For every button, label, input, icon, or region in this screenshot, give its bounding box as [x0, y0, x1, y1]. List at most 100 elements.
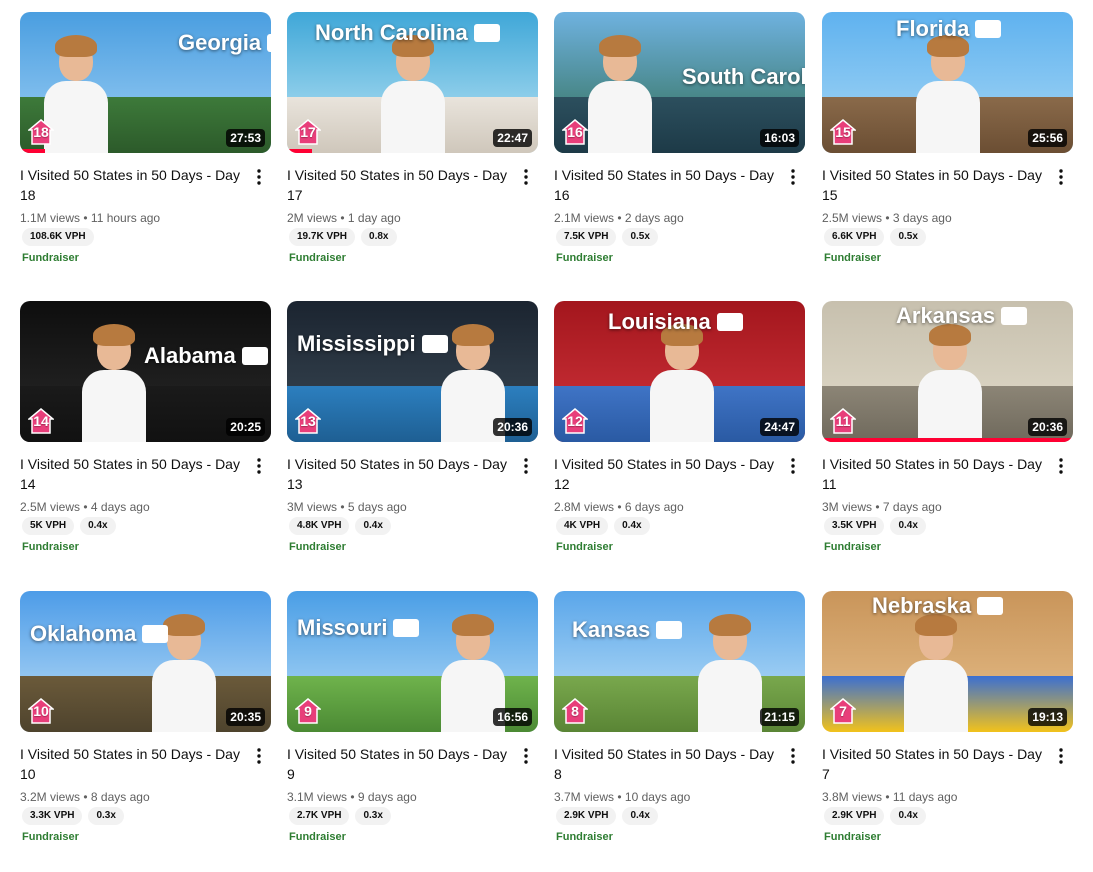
fundraiser-label[interactable]: Fundraiser: [824, 251, 1073, 265]
video-thumbnail[interactable]: Kansas 8 21:15: [554, 591, 805, 732]
video-title[interactable]: I Visited 50 States in 50 Days - Day 11: [822, 454, 1050, 494]
video-duration: 20:25: [226, 418, 265, 436]
video-thumbnail[interactable]: North Carolina 17 22:47: [287, 12, 538, 153]
video-card-day-12[interactable]: Louisiana 12 24:47 I Visited 50 States i…: [554, 301, 805, 554]
separator-dot: •: [83, 790, 91, 804]
more-actions-button[interactable]: [781, 165, 805, 189]
state-name: Louisiana: [608, 309, 711, 334]
fundraiser-label[interactable]: Fundraiser: [556, 830, 805, 844]
video-card-day-16[interactable]: South Carolina 16 16:03 I Visited 50 Sta…: [554, 12, 805, 265]
vph-chip: 6.6K VPH: [824, 228, 885, 246]
day-number-badge: 7: [830, 698, 856, 724]
video-card-day-10[interactable]: Oklahoma 10 20:35 I Visited 50 States in…: [20, 591, 271, 844]
video-thumbnail[interactable]: Louisiana 12 24:47: [554, 301, 805, 442]
video-title[interactable]: I Visited 50 States in 50 Days - Day 18: [20, 165, 248, 205]
day-number: 18: [33, 124, 49, 140]
video-card-day-18[interactable]: Georgia 18 27:53 I Visited 50 States in …: [20, 12, 271, 265]
state-shape-icon: [656, 621, 683, 639]
more-actions-button[interactable]: [1049, 454, 1073, 478]
video-title[interactable]: I Visited 50 States in 50 Days - Day 17: [287, 165, 515, 205]
view-count: 2M views: [287, 211, 338, 225]
video-thumbnail[interactable]: Mississippi 13 20:36: [287, 301, 538, 442]
more-actions-button[interactable]: [514, 744, 538, 768]
more-actions-button[interactable]: [1049, 165, 1073, 189]
metric-chips: 2.9K VPH 0.4x: [554, 807, 805, 825]
upload-age: 3 days ago: [892, 211, 952, 225]
video-details: I Visited 50 States in 50 Days - Day 12 …: [554, 442, 805, 554]
ratio-chip: 0.4x: [890, 517, 926, 535]
fundraiser-label[interactable]: Fundraiser: [824, 830, 1073, 844]
more-actions-button[interactable]: [514, 165, 538, 189]
fundraiser-label[interactable]: Fundraiser: [289, 251, 538, 265]
ratio-chip: 0.4x: [80, 517, 116, 535]
day-number-badge: 9: [295, 698, 321, 724]
more-actions-button[interactable]: [247, 744, 271, 768]
video-card-day-7[interactable]: Nebraska 7 19:13 I Visited 50 States in …: [822, 591, 1073, 844]
video-card-day-14[interactable]: Alabama 14 20:25 I Visited 50 States in …: [20, 301, 271, 554]
more-actions-button[interactable]: [1049, 744, 1073, 768]
state-name: North Carolina: [315, 20, 468, 45]
kebab-menu-icon: [257, 458, 261, 474]
video-thumbnail[interactable]: Alabama 14 20:25: [20, 301, 271, 442]
video-card-day-11[interactable]: Arkansas 11 20:36 I Visited 50 States in…: [822, 301, 1073, 554]
more-actions-button[interactable]: [514, 454, 538, 478]
video-title[interactable]: I Visited 50 States in 50 Days - Day 14: [20, 454, 248, 494]
fundraiser-label[interactable]: Fundraiser: [22, 540, 271, 554]
ratio-chip: 0.5x: [890, 228, 926, 246]
fundraiser-label[interactable]: Fundraiser: [289, 830, 538, 844]
video-details: I Visited 50 States in 50 Days - Day 18 …: [20, 153, 271, 265]
more-actions-button[interactable]: [247, 454, 271, 478]
fundraiser-label[interactable]: Fundraiser: [22, 251, 271, 265]
video-title[interactable]: I Visited 50 States in 50 Days - Day 7: [822, 744, 1050, 784]
fundraiser-label[interactable]: Fundraiser: [556, 540, 805, 554]
video-card-day-13[interactable]: Mississippi 13 20:36 I Visited 50 States…: [287, 301, 538, 554]
fundraiser-label[interactable]: Fundraiser: [824, 540, 1073, 554]
video-title[interactable]: I Visited 50 States in 50 Days - Day 15: [822, 165, 1050, 205]
fundraiser-label[interactable]: Fundraiser: [22, 830, 271, 844]
video-thumbnail[interactable]: Nebraska 7 19:13: [822, 591, 1073, 732]
video-details: I Visited 50 States in 50 Days - Day 15 …: [822, 153, 1073, 265]
video-thumbnail[interactable]: Missouri 9 16:56: [287, 591, 538, 732]
video-title[interactable]: I Visited 50 States in 50 Days - Day 16: [554, 165, 782, 205]
fundraiser-label[interactable]: Fundraiser: [289, 540, 538, 554]
state-shape-icon: [393, 619, 420, 637]
view-count: 3.8M views: [822, 790, 883, 804]
upload-age: 11 hours ago: [90, 211, 161, 225]
video-thumbnail[interactable]: South Carolina 16 16:03: [554, 12, 805, 153]
video-card-day-9[interactable]: Missouri 9 16:56 I Visited 50 States in …: [287, 591, 538, 844]
thumbnail-state-title: Alabama: [144, 343, 268, 369]
upload-age: 4 days ago: [90, 500, 150, 514]
video-title[interactable]: I Visited 50 States in 50 Days - Day 8: [554, 744, 782, 784]
day-number: 13: [300, 413, 316, 429]
more-actions-button[interactable]: [781, 454, 805, 478]
video-card-day-8[interactable]: Kansas 8 21:15 I Visited 50 States in 50…: [554, 591, 805, 844]
video-stats: 3M views • 5 days ago: [287, 498, 538, 516]
separator-dot: •: [350, 790, 358, 804]
upload-age: 5 days ago: [347, 500, 407, 514]
video-card-day-15[interactable]: Florida 15 25:56 I Visited 50 States in …: [822, 12, 1073, 265]
day-number-badge: 13: [295, 408, 321, 434]
more-actions-button[interactable]: [247, 165, 271, 189]
video-title[interactable]: I Visited 50 States in 50 Days - Day 12: [554, 454, 782, 494]
video-thumbnail[interactable]: Florida 15 25:56: [822, 12, 1073, 153]
state-name: Mississippi: [297, 331, 416, 356]
upload-age: 11 days ago: [892, 790, 958, 804]
video-thumbnail[interactable]: Arkansas 11 20:36: [822, 301, 1073, 442]
video-title[interactable]: I Visited 50 States in 50 Days - Day 9: [287, 744, 515, 784]
video-thumbnail[interactable]: Oklahoma 10 20:35: [20, 591, 271, 732]
vph-chip: 19.7K VPH: [289, 228, 356, 246]
view-count: 2.8M views: [554, 500, 615, 514]
video-title[interactable]: I Visited 50 States in 50 Days - Day 13: [287, 454, 515, 494]
ratio-chip: 0.3x: [355, 807, 391, 825]
more-actions-button[interactable]: [781, 744, 805, 768]
thumbnail-person: [694, 614, 764, 732]
video-card-day-17[interactable]: North Carolina 17 22:47 I Visited 50 Sta…: [287, 12, 538, 265]
state-name: Oklahoma: [30, 621, 137, 646]
thumbnail-state-title: Nebraska: [872, 593, 1004, 619]
thumbnail-state-title: North Carolina: [315, 20, 500, 46]
kebab-menu-icon: [1059, 458, 1063, 474]
video-stats: 2M views • 1 day ago: [287, 209, 538, 227]
video-title[interactable]: I Visited 50 States in 50 Days - Day 10: [20, 744, 248, 784]
video-thumbnail[interactable]: Georgia 18 27:53: [20, 12, 271, 153]
fundraiser-label[interactable]: Fundraiser: [556, 251, 805, 265]
